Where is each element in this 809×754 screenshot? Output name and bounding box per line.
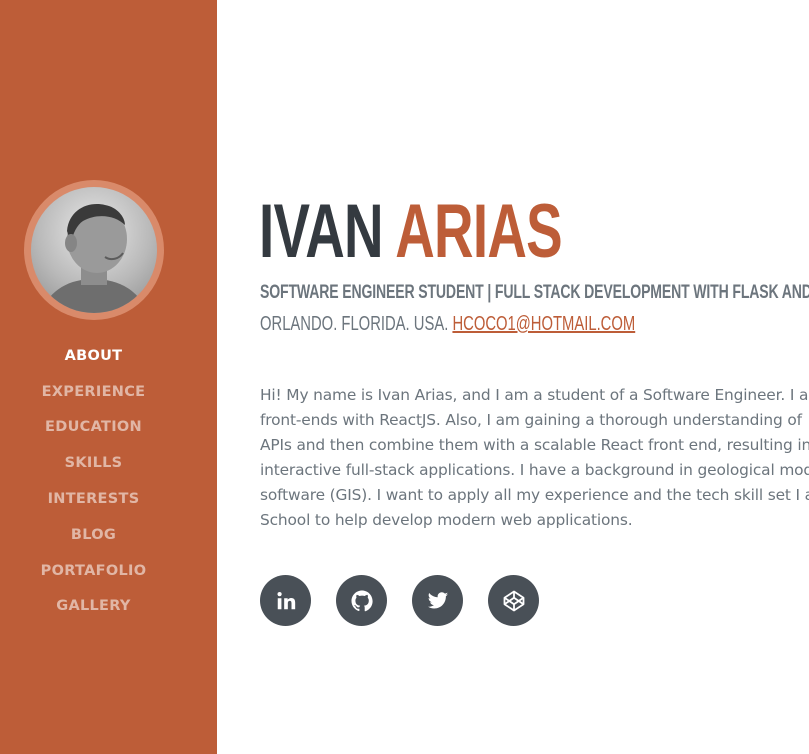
sidebar-item-experience[interactable]: EXPERIENCE bbox=[0, 374, 187, 410]
twitter-icon bbox=[427, 591, 448, 609]
sidebar-item-interests[interactable]: INTERESTS bbox=[0, 481, 187, 517]
last-name: ARIAS bbox=[395, 189, 562, 274]
sidebar-item-education[interactable]: EDUCATION bbox=[0, 410, 187, 446]
main-content: IVAN ARIAS SOFTWARE ENGINEER STUDENT | F… bbox=[217, 0, 809, 754]
linkedin-icon bbox=[276, 591, 295, 609]
email-link[interactable]: HCOCO1@HOTMAIL.COM bbox=[452, 313, 635, 335]
sidebar: ABOUT EXPERIENCE EDUCATION SKILLS INTERESTS B… bbox=[0, 0, 217, 754]
bio-line: Hi! My name is Ivan Arias, and I am a st… bbox=[260, 386, 809, 404]
subtitle: SOFTWARE ENGINEER STUDENT | FULL STACK D… bbox=[260, 282, 809, 303]
bio-line: front-ends with ReactJS. Also, I am gain… bbox=[260, 411, 802, 429]
bio-line: software (GIS). I want to apply all my e… bbox=[260, 486, 809, 504]
location-text: ORLANDO. FLORIDA. USA. bbox=[260, 313, 449, 335]
location-line: ORLANDO. FLORIDA. USA. HCOCO1@HOTMAIL.CO… bbox=[260, 313, 635, 336]
bio-line: School to help develop modern web applic… bbox=[260, 511, 633, 529]
avatar bbox=[31, 187, 157, 313]
bio-line: interactive full-stack applications. I h… bbox=[260, 461, 809, 479]
bio-line: APIs and then combine them with a scalab… bbox=[260, 436, 809, 454]
sidebar-item-gallery[interactable]: GALLERY bbox=[0, 589, 187, 625]
sidebar-item-blog[interactable]: BLOG bbox=[0, 517, 187, 553]
linkedin-button[interactable] bbox=[260, 575, 311, 626]
social-links bbox=[260, 575, 539, 626]
twitter-button[interactable] bbox=[412, 575, 463, 626]
sidebar-item-about[interactable]: ABOUT bbox=[0, 338, 187, 374]
codepen-button[interactable] bbox=[488, 575, 539, 626]
bio-paragraph: Hi! My name is Ivan Arias, and I am a st… bbox=[260, 383, 809, 533]
codepen-icon bbox=[503, 590, 524, 611]
sidebar-item-portafolio[interactable]: PORTAFOLIO bbox=[0, 553, 187, 589]
avatar-frame bbox=[24, 180, 164, 320]
sidebar-nav: ABOUT EXPERIENCE EDUCATION SKILLS INTERESTS B… bbox=[0, 338, 187, 624]
sidebar-item-skills[interactable]: SKILLS bbox=[0, 445, 187, 481]
github-icon bbox=[351, 590, 373, 611]
github-button[interactable] bbox=[336, 575, 387, 626]
first-name: IVAN bbox=[259, 189, 384, 274]
page-title: IVAN ARIAS bbox=[259, 189, 563, 274]
